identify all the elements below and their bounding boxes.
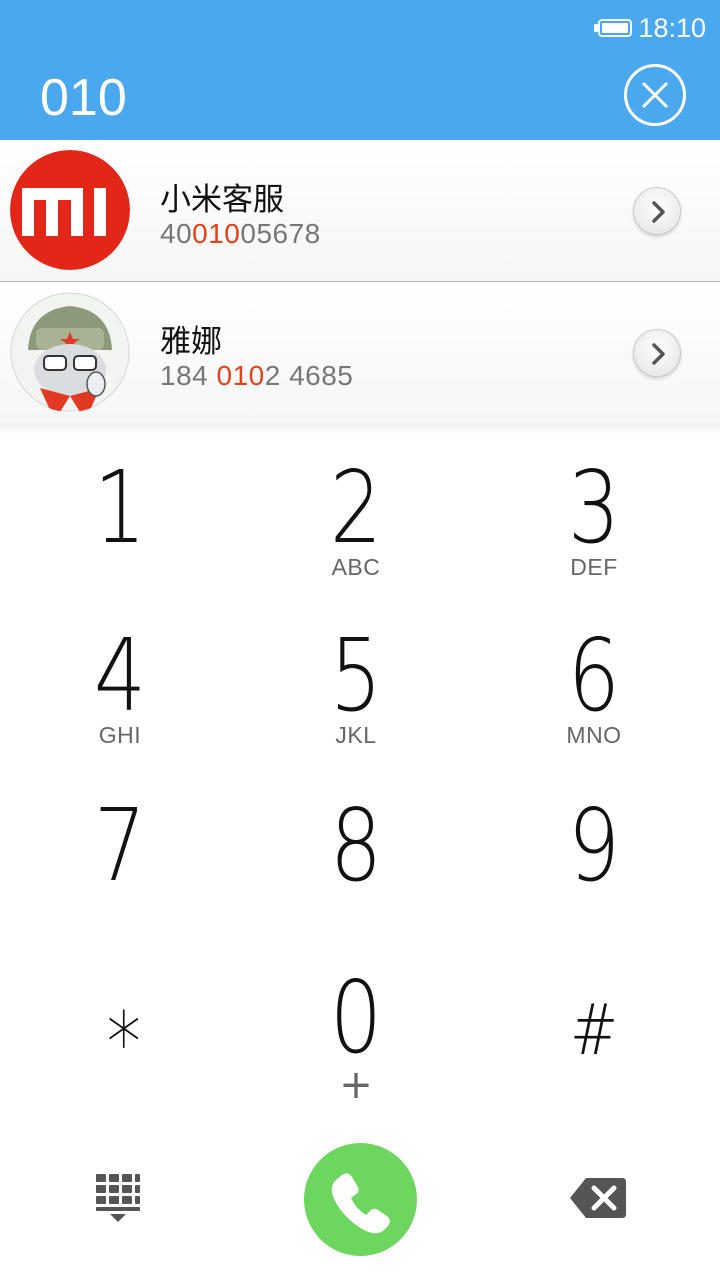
- close-icon: [641, 81, 669, 109]
- dialpad-collapse-icon: [96, 1174, 140, 1222]
- key-9[interactable]: 9: [474, 778, 714, 948]
- key-digit: 9: [567, 787, 621, 904]
- contact-detail-button[interactable]: [633, 187, 681, 235]
- mi-logo-avatar: [10, 150, 130, 270]
- chevron-right-icon: [652, 201, 665, 223]
- dialed-number: 010: [40, 69, 127, 127]
- key-digit: 5: [329, 617, 383, 734]
- dialpad-collapse-button[interactable]: [94, 1172, 142, 1224]
- contact-row[interactable]: 小米客服 4001005678: [0, 140, 720, 282]
- number-match-highlight: 010: [192, 218, 241, 249]
- key-digit: 3: [567, 449, 621, 566]
- key-digit: 0: [329, 959, 383, 1076]
- backspace-icon: [570, 1178, 626, 1218]
- status-time: 18:10: [638, 12, 706, 43]
- phone-call-icon: [331, 1173, 390, 1234]
- key-digit: 1: [93, 449, 147, 566]
- key-digit: ∗: [102, 977, 146, 1075]
- clear-input-button[interactable]: [624, 64, 686, 126]
- key-8[interactable]: 8: [236, 778, 476, 948]
- contact-row[interactable]: 雅娜 184 0102 4685: [0, 282, 720, 424]
- chevron-right-icon: [652, 343, 665, 365]
- matched-contacts-list: 小米客服 4001005678 雅娜 184 0102 4685: [0, 140, 720, 435]
- key-digit: 4: [93, 617, 147, 734]
- contact-detail-button[interactable]: [633, 329, 681, 377]
- key-digit: #: [569, 989, 619, 1071]
- key-7[interactable]: 7: [0, 778, 240, 948]
- key-digit: 7: [93, 787, 147, 904]
- contact-name: 小米客服: [160, 182, 284, 218]
- key-3[interactable]: 3 DEF: [474, 440, 714, 610]
- key-star[interactable]: ∗: [4, 950, 244, 1120]
- contact-number: 184 0102 4685: [160, 360, 354, 391]
- list-scroll-edge: [0, 423, 720, 435]
- status-bar: 18:10: [594, 10, 706, 46]
- mitu-bunny-avatar: [10, 292, 130, 412]
- key-hash[interactable]: #: [474, 950, 714, 1120]
- battery-icon: [594, 19, 633, 37]
- key-5[interactable]: 5 JKL: [236, 608, 476, 778]
- contact-name: 雅娜: [160, 324, 222, 360]
- call-button[interactable]: [304, 1143, 417, 1256]
- contact-number: 4001005678: [160, 218, 321, 249]
- key-digit: 8: [329, 787, 383, 904]
- key-digit: 6: [567, 617, 621, 734]
- key-1[interactable]: 1: [0, 440, 240, 610]
- dialer-header: 18:10 010: [0, 0, 720, 140]
- key-6[interactable]: 6 MNO: [474, 608, 714, 778]
- number-match-highlight: 010: [216, 360, 265, 391]
- key-digit: 2: [329, 449, 383, 566]
- key-4[interactable]: 4 GHI: [0, 608, 240, 778]
- key-0[interactable]: 0 +: [236, 950, 476, 1120]
- backspace-button[interactable]: [568, 1176, 628, 1220]
- key-2[interactable]: 2 ABC: [236, 440, 476, 610]
